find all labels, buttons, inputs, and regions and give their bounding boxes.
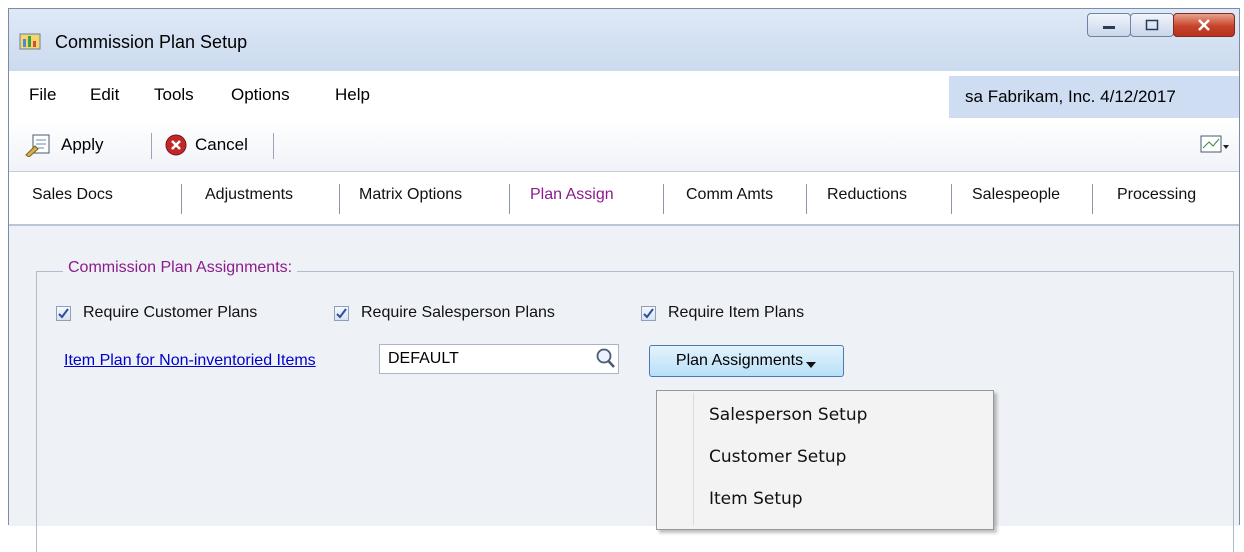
tab-separator <box>663 184 664 214</box>
tab-separator <box>806 184 807 214</box>
menu-bar: File Edit Tools Options Help sa Fabrikam… <box>9 71 1239 120</box>
window-controls <box>1087 13 1235 39</box>
apply-button[interactable]: Apply <box>25 131 104 159</box>
checkbox-checked-icon <box>334 305 349 321</box>
cancel-icon <box>165 134 187 156</box>
commission-plan-setup-window: Commission Plan Setup File Edit Tools Op… <box>8 8 1240 552</box>
tab-separator <box>509 184 510 214</box>
group-title: Commission Plan Assignments: <box>63 259 298 277</box>
minimize-icon <box>1103 26 1115 29</box>
plan-assignments-label: Plan Assignments <box>675 352 804 369</box>
tab-matrix-options[interactable]: Matrix Options <box>359 186 462 204</box>
cancel-label: Cancel <box>195 135 248 154</box>
company-name: Fabrikam, Inc. <box>987 87 1096 106</box>
menu-file[interactable]: File <box>29 85 56 105</box>
toolbar: Apply Cancel <box>9 119 1239 172</box>
plan-assign-panel: Commission Plan Assignments: Require Cus… <box>9 226 1239 552</box>
close-button[interactable] <box>1173 13 1235 37</box>
tab-plan-assign[interactable]: Plan Assign <box>530 186 614 204</box>
menu-item-item-setup[interactable]: Item Setup <box>709 489 803 509</box>
user-name: sa <box>965 87 983 106</box>
tab-separator <box>951 184 952 214</box>
checkbox-checked-icon <box>641 305 656 321</box>
tab-adjustments[interactable]: Adjustments <box>205 186 293 204</box>
tab-bar: Sales Docs Adjustments Matrix Options Pl… <box>9 172 1239 226</box>
require-customer-plans-checkbox[interactable]: Require Customer Plans <box>56 304 257 322</box>
menu-item-customer-setup[interactable]: Customer Setup <box>709 447 846 467</box>
title-bar: Commission Plan Setup <box>9 9 1239 72</box>
tab-sales-docs[interactable]: Sales Docs <box>32 186 113 204</box>
menu-options[interactable]: Options <box>231 85 290 105</box>
maximize-button[interactable] <box>1130 13 1174 37</box>
checkbox-label: Require Salesperson Plans <box>361 304 555 321</box>
minimize-button[interactable] <box>1087 13 1131 37</box>
toolbar-separator <box>151 133 152 159</box>
toolbar-separator <box>273 133 274 159</box>
menu-item-salesperson-setup[interactable]: Salesperson Setup <box>709 405 867 425</box>
checkbox-checked-icon <box>56 305 71 321</box>
lookup-magnifier-icon[interactable] <box>595 347 617 371</box>
report-options-button[interactable] <box>1199 131 1231 159</box>
tab-separator <box>181 184 182 214</box>
dropdown-arrow-icon <box>806 362 817 368</box>
user-info-bar: sa Fabrikam, Inc. 4/12/2017 <box>949 76 1239 118</box>
item-plan-input[interactable]: DEFAULT <box>379 344 619 374</box>
require-item-plans-checkbox[interactable]: Require Item Plans <box>641 304 804 322</box>
tab-reductions[interactable]: Reductions <box>827 186 907 204</box>
apply-icon <box>25 134 50 157</box>
checkbox-label: Require Customer Plans <box>83 304 258 321</box>
tab-salespeople[interactable]: Salespeople <box>972 186 1060 204</box>
tab-processing[interactable]: Processing <box>1117 186 1196 204</box>
close-icon <box>1198 19 1210 31</box>
cancel-button[interactable]: Cancel <box>165 131 248 159</box>
window-title: Commission Plan Setup <box>55 32 248 52</box>
menu-help[interactable]: Help <box>335 85 370 105</box>
menu-gutter <box>693 393 694 525</box>
report-icon <box>1200 135 1229 153</box>
tab-separator <box>1092 184 1093 214</box>
item-plan-link[interactable]: Item Plan for Non-inventoried Items <box>64 352 316 370</box>
tab-separator <box>339 184 340 214</box>
apply-label: Apply <box>61 135 104 154</box>
menu-tools[interactable]: Tools <box>154 85 194 105</box>
menu-edit[interactable]: Edit <box>90 85 119 105</box>
maximize-icon <box>1145 19 1159 31</box>
plan-assignments-menu: Salesperson Setup Customer Setup Item Se… <box>656 390 994 530</box>
app-icon <box>19 33 41 50</box>
user-date: 4/12/2017 <box>1100 87 1176 106</box>
plan-assignments-button[interactable]: Plan Assignments <box>649 345 844 377</box>
require-salesperson-plans-checkbox[interactable]: Require Salesperson Plans <box>334 304 555 322</box>
tab-comm-amts[interactable]: Comm Amts <box>686 186 773 204</box>
checkbox-label: Require Item Plans <box>668 304 805 321</box>
